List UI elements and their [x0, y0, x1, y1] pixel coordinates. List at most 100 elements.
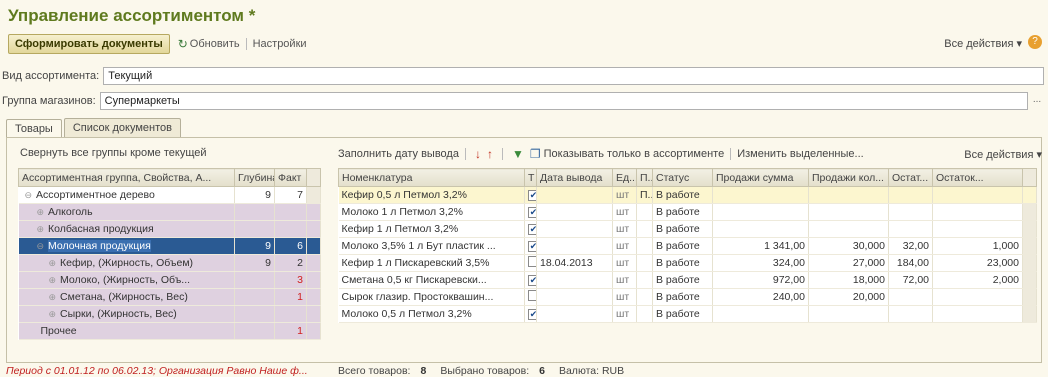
item-type-checkbox[interactable]: ✔	[524, 220, 537, 238]
table-row[interactable]: Сырок глазир. Простоквашин... шт В работе 2…	[338, 288, 1037, 306]
tree-row[interactable]: ⊕ Молоко, (Жирность, Объ... 3	[18, 271, 321, 289]
item-end-date[interactable]	[536, 305, 613, 323]
all-actions-menu[interactable]: Все действия ▾	[944, 37, 1022, 50]
tree-row[interactable]: ⊕ Колбасная продукция	[18, 220, 321, 238]
collapse-icon[interactable]: ⊖	[37, 241, 45, 251]
sort-descending-icon[interactable]: ↑	[487, 147, 493, 161]
item-rest-qty: 23,000	[932, 254, 1023, 272]
items-scrollbar[interactable]	[1022, 288, 1037, 306]
item-type-checkbox[interactable]: ✔	[524, 186, 537, 204]
tree-row-depth	[234, 322, 275, 340]
table-row[interactable]: Кефир 0,5 л Петмол 3,2%✔ штП...В работе	[338, 186, 1037, 204]
items-header-col[interactable]: Дата вывода	[536, 168, 613, 187]
tree-row[interactable]: ⊖ Молочная продукция 9 6	[18, 237, 321, 255]
item-unit: шт	[612, 237, 637, 255]
show-only-in-assortment-toggle[interactable]: Показывать только в ассортименте	[544, 148, 725, 160]
expand-icon[interactable]: ⊕	[49, 309, 57, 319]
tree-row[interactable]: Прочее 1	[18, 322, 321, 340]
tree-row[interactable]: ⊕ Алкоголь	[18, 203, 321, 221]
refresh-button[interactable]: ↻ Обновить	[178, 37, 240, 51]
items-scroll-up[interactable]	[1022, 168, 1037, 187]
tree-header-fact[interactable]: Факт	[274, 168, 307, 187]
tree-scrollbar[interactable]	[306, 254, 321, 272]
items-header-col[interactable]: П...	[636, 168, 653, 187]
table-row[interactable]: Сметана 0,5 кг Пискаревски...✔ шт В работе…	[338, 271, 1037, 289]
expand-icon[interactable]: ⊕	[49, 275, 57, 285]
collapse-icon[interactable]: ⊖	[25, 190, 33, 200]
tab-documents[interactable]: Список документов	[63, 118, 181, 137]
table-row[interactable]: Кефир 1 л Пискаревский 3,5% 18.04.2013 шт В…	[338, 254, 1037, 272]
items-scrollbar[interactable]	[1022, 203, 1037, 221]
store-group-select-button[interactable]: ...	[1030, 92, 1044, 110]
tree-scrollbar[interactable]	[306, 305, 321, 323]
items-scrollbar[interactable]	[1022, 186, 1037, 204]
items-header-col[interactable]: Ед...	[612, 168, 637, 187]
item-type-checkbox[interactable]: ✔	[524, 305, 537, 323]
items-header-col[interactable]: Остаток...	[932, 168, 1023, 187]
tree-scroll-up[interactable]	[306, 168, 321, 187]
expand-icon[interactable]: ⊕	[49, 292, 57, 302]
sort-ascending-icon[interactable]: ↓	[475, 147, 481, 161]
item-sales-sum: 1 341,00	[712, 237, 809, 255]
item-end-date[interactable]	[536, 203, 613, 221]
table-row[interactable]: Кефир 1 л Петмол 3,2%✔ шт В работе	[338, 220, 1037, 238]
tree-row[interactable]: ⊕ Сырки, (Жирность, Вес)	[18, 305, 321, 323]
items-all-actions-menu[interactable]: Все действия ▾	[964, 148, 1042, 161]
tree-scrollbar[interactable]	[306, 322, 321, 340]
help-icon[interactable]: ?	[1028, 35, 1042, 49]
tab-goods[interactable]: Товары	[6, 119, 62, 138]
item-type-checkbox[interactable]: ✔	[524, 203, 537, 221]
collapse-groups-link[interactable]: Свернуть все группы кроме текущей	[20, 147, 207, 159]
item-end-date[interactable]: 18.04.2013	[536, 254, 613, 272]
item-sales-sum: 324,00	[712, 254, 809, 272]
store-group-field[interactable]	[99, 92, 1028, 110]
items-header-col[interactable]: Т	[524, 168, 537, 187]
items-header-col[interactable]: Продажи сумма	[712, 168, 809, 187]
change-selected-button[interactable]: Изменить выделенные...	[737, 148, 863, 160]
table-row[interactable]: Молоко 1 л Петмол 3,2%✔ шт В работе	[338, 203, 1037, 221]
tree-header-group[interactable]: Ассортиментная группа, Свойства, А...	[18, 168, 235, 187]
items-scrollbar[interactable]	[1022, 305, 1037, 323]
item-end-date[interactable]	[536, 271, 613, 289]
tree-scrollbar[interactable]	[306, 203, 321, 221]
items-scrollbar[interactable]	[1022, 220, 1037, 238]
items-header-col[interactable]: Статус	[652, 168, 713, 187]
table-row[interactable]: Молоко 3,5% 1 л Бут пластик ...✔ шт В рабо…	[338, 237, 1037, 255]
expand-icon[interactable]: ⊕	[37, 224, 45, 234]
tree-scrollbar[interactable]	[306, 237, 321, 255]
fill-date-button[interactable]: Заполнить дату вывода	[338, 148, 459, 160]
items-header-col[interactable]: Номенклатура	[338, 168, 525, 187]
tree-scrollbar[interactable]	[306, 288, 321, 306]
expand-icon[interactable]: ⊕	[37, 207, 45, 217]
items-header-col[interactable]: Продажи кол...	[808, 168, 889, 187]
assortment-kind-field[interactable]	[103, 67, 1044, 85]
copy-icon[interactable]: ❐	[530, 147, 541, 161]
item-type-checkbox[interactable]	[524, 288, 537, 306]
item-type-checkbox[interactable]	[524, 254, 537, 272]
item-end-date[interactable]	[536, 237, 613, 255]
settings-button[interactable]: Настройки	[253, 38, 307, 50]
tree-row-depth	[234, 203, 275, 221]
item-end-date[interactable]	[536, 288, 613, 306]
tree-scrollbar[interactable]	[306, 186, 321, 204]
items-header-col[interactable]: Остат...	[888, 168, 933, 187]
tree-row[interactable]: ⊖ Ассортиментное дерево 9 7	[18, 186, 321, 204]
item-type-checkbox[interactable]: ✔	[524, 237, 537, 255]
tree-row[interactable]: ⊕ Кефир, (Жирность, Объем) 9 2	[18, 254, 321, 272]
table-row[interactable]: Молоко 0,5 л Петмол 3,2%✔ шт В работе	[338, 305, 1037, 323]
expand-icon[interactable]: ⊕	[49, 258, 57, 268]
item-type-checkbox[interactable]: ✔	[524, 271, 537, 289]
tree-scrollbar[interactable]	[306, 271, 321, 289]
tree-header-depth[interactable]: Глубина	[234, 168, 275, 187]
form-documents-button[interactable]: Сформировать документы	[8, 34, 170, 54]
tree-row[interactable]: ⊕ Сметана, (Жирность, Вес) 1	[18, 288, 321, 306]
items-scrollbar[interactable]	[1022, 237, 1037, 255]
period-info[interactable]: Период с 01.01.12 по 06.02.13; Организац…	[6, 365, 324, 377]
tree-scrollbar[interactable]	[306, 220, 321, 238]
item-name: Сметана 0,5 кг Пискаревски...	[338, 271, 525, 289]
items-scrollbar[interactable]	[1022, 254, 1037, 272]
item-end-date[interactable]	[536, 186, 613, 204]
items-scrollbar[interactable]	[1022, 271, 1037, 289]
item-end-date[interactable]	[536, 220, 613, 238]
filter-icon[interactable]: ▼	[512, 147, 524, 161]
